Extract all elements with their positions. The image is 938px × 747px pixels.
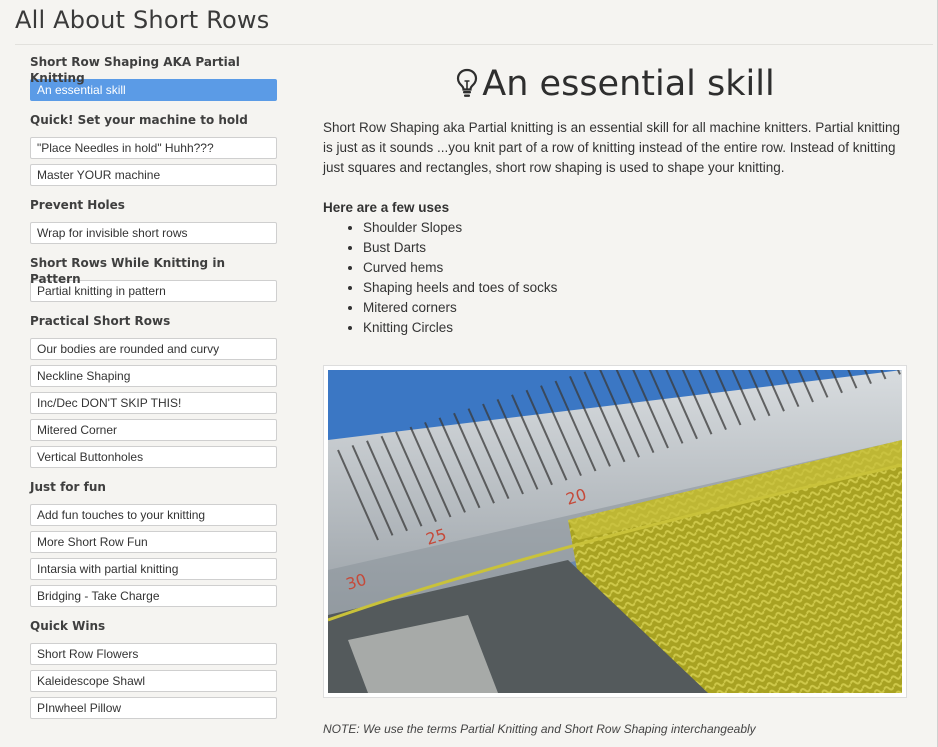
knitting-machine-illustration: 20 25 30	[328, 370, 902, 693]
use-item: Curved hems	[363, 258, 908, 278]
knitting-machine-photo: 20 25 30	[328, 370, 902, 693]
sidebar-item[interactable]: Master YOUR machine	[30, 164, 277, 186]
sidebar-group-heading: Short Rows While Knitting in Pattern	[30, 256, 225, 286]
sidebar-item[interactable]: Inc/Dec DON'T SKIP THIS!	[30, 392, 277, 414]
sidebar-item[interactable]: Kaleidescope Shawl	[30, 670, 277, 692]
sidebar-group-heading: Practical Short Rows	[30, 314, 171, 328]
use-item: Shaping heels and toes of socks	[363, 278, 908, 298]
sidebar-item[interactable]: Mitered Corner	[30, 419, 277, 441]
lightbulb-icon	[456, 63, 478, 111]
sidebar-item[interactable]: Intarsia with partial knitting	[30, 558, 277, 580]
use-item: Mitered corners	[363, 298, 908, 318]
sidebar-item[interactable]: "Place Needles in hold" Huhh???	[30, 137, 277, 159]
sidebar-item[interactable]: Partial knitting in pattern	[30, 280, 277, 302]
sidebar-group-heading: Quick Wins	[30, 619, 106, 633]
page-title: All About Short Rows	[15, 6, 270, 34]
title-divider	[15, 44, 933, 45]
sidebar-item[interactable]: An essential skill	[30, 79, 277, 101]
sidebar-item[interactable]: Short Row Flowers	[30, 643, 277, 665]
intro-paragraph: Short Row Shaping aka Partial knitting i…	[323, 120, 901, 175]
sidebar-item[interactable]: More Short Row Fun	[30, 531, 277, 553]
sidebar-item[interactable]: Our bodies are rounded and curvy	[30, 338, 277, 360]
terms-note: NOTE: We use the terms Partial Knitting …	[323, 722, 756, 736]
main-content: An essential skill Short Row Shaping aka…	[323, 60, 908, 338]
sidebar-item[interactable]: Wrap for invisible short rows	[30, 222, 277, 244]
sidebar-item[interactable]: Add fun touches to your knitting	[30, 504, 277, 526]
sidebar-item[interactable]: Vertical Buttonholes	[30, 446, 277, 468]
sidebar-nav: Short Row Shaping AKA Partial Knitting An…	[30, 54, 277, 719]
sidebar-group-heading: Quick! Set your machine to hold	[30, 113, 248, 127]
sidebar-item[interactable]: Neckline Shaping	[30, 365, 277, 387]
content-heading: An essential skill	[323, 60, 908, 108]
content-heading-text: An essential skill	[482, 64, 775, 104]
sidebar-group-heading: Prevent Holes	[30, 198, 125, 212]
sidebar-item[interactable]: Bridging - Take Charge	[30, 585, 277, 607]
sidebar-group-heading: Short Row Shaping AKA Partial Knitting	[30, 55, 240, 85]
uses-list: Shoulder SlopesBust DartsCurved hemsShap…	[323, 218, 908, 338]
use-item: Bust Darts	[363, 238, 908, 258]
sidebar-group-heading: Just for fun	[30, 480, 106, 494]
photo-frame: 20 25 30	[323, 365, 907, 698]
use-item: Knitting Circles	[363, 318, 908, 338]
uses-heading: Here are a few uses	[323, 200, 450, 215]
sidebar-item[interactable]: PInwheel Pillow	[30, 697, 277, 719]
use-item: Shoulder Slopes	[363, 218, 908, 238]
